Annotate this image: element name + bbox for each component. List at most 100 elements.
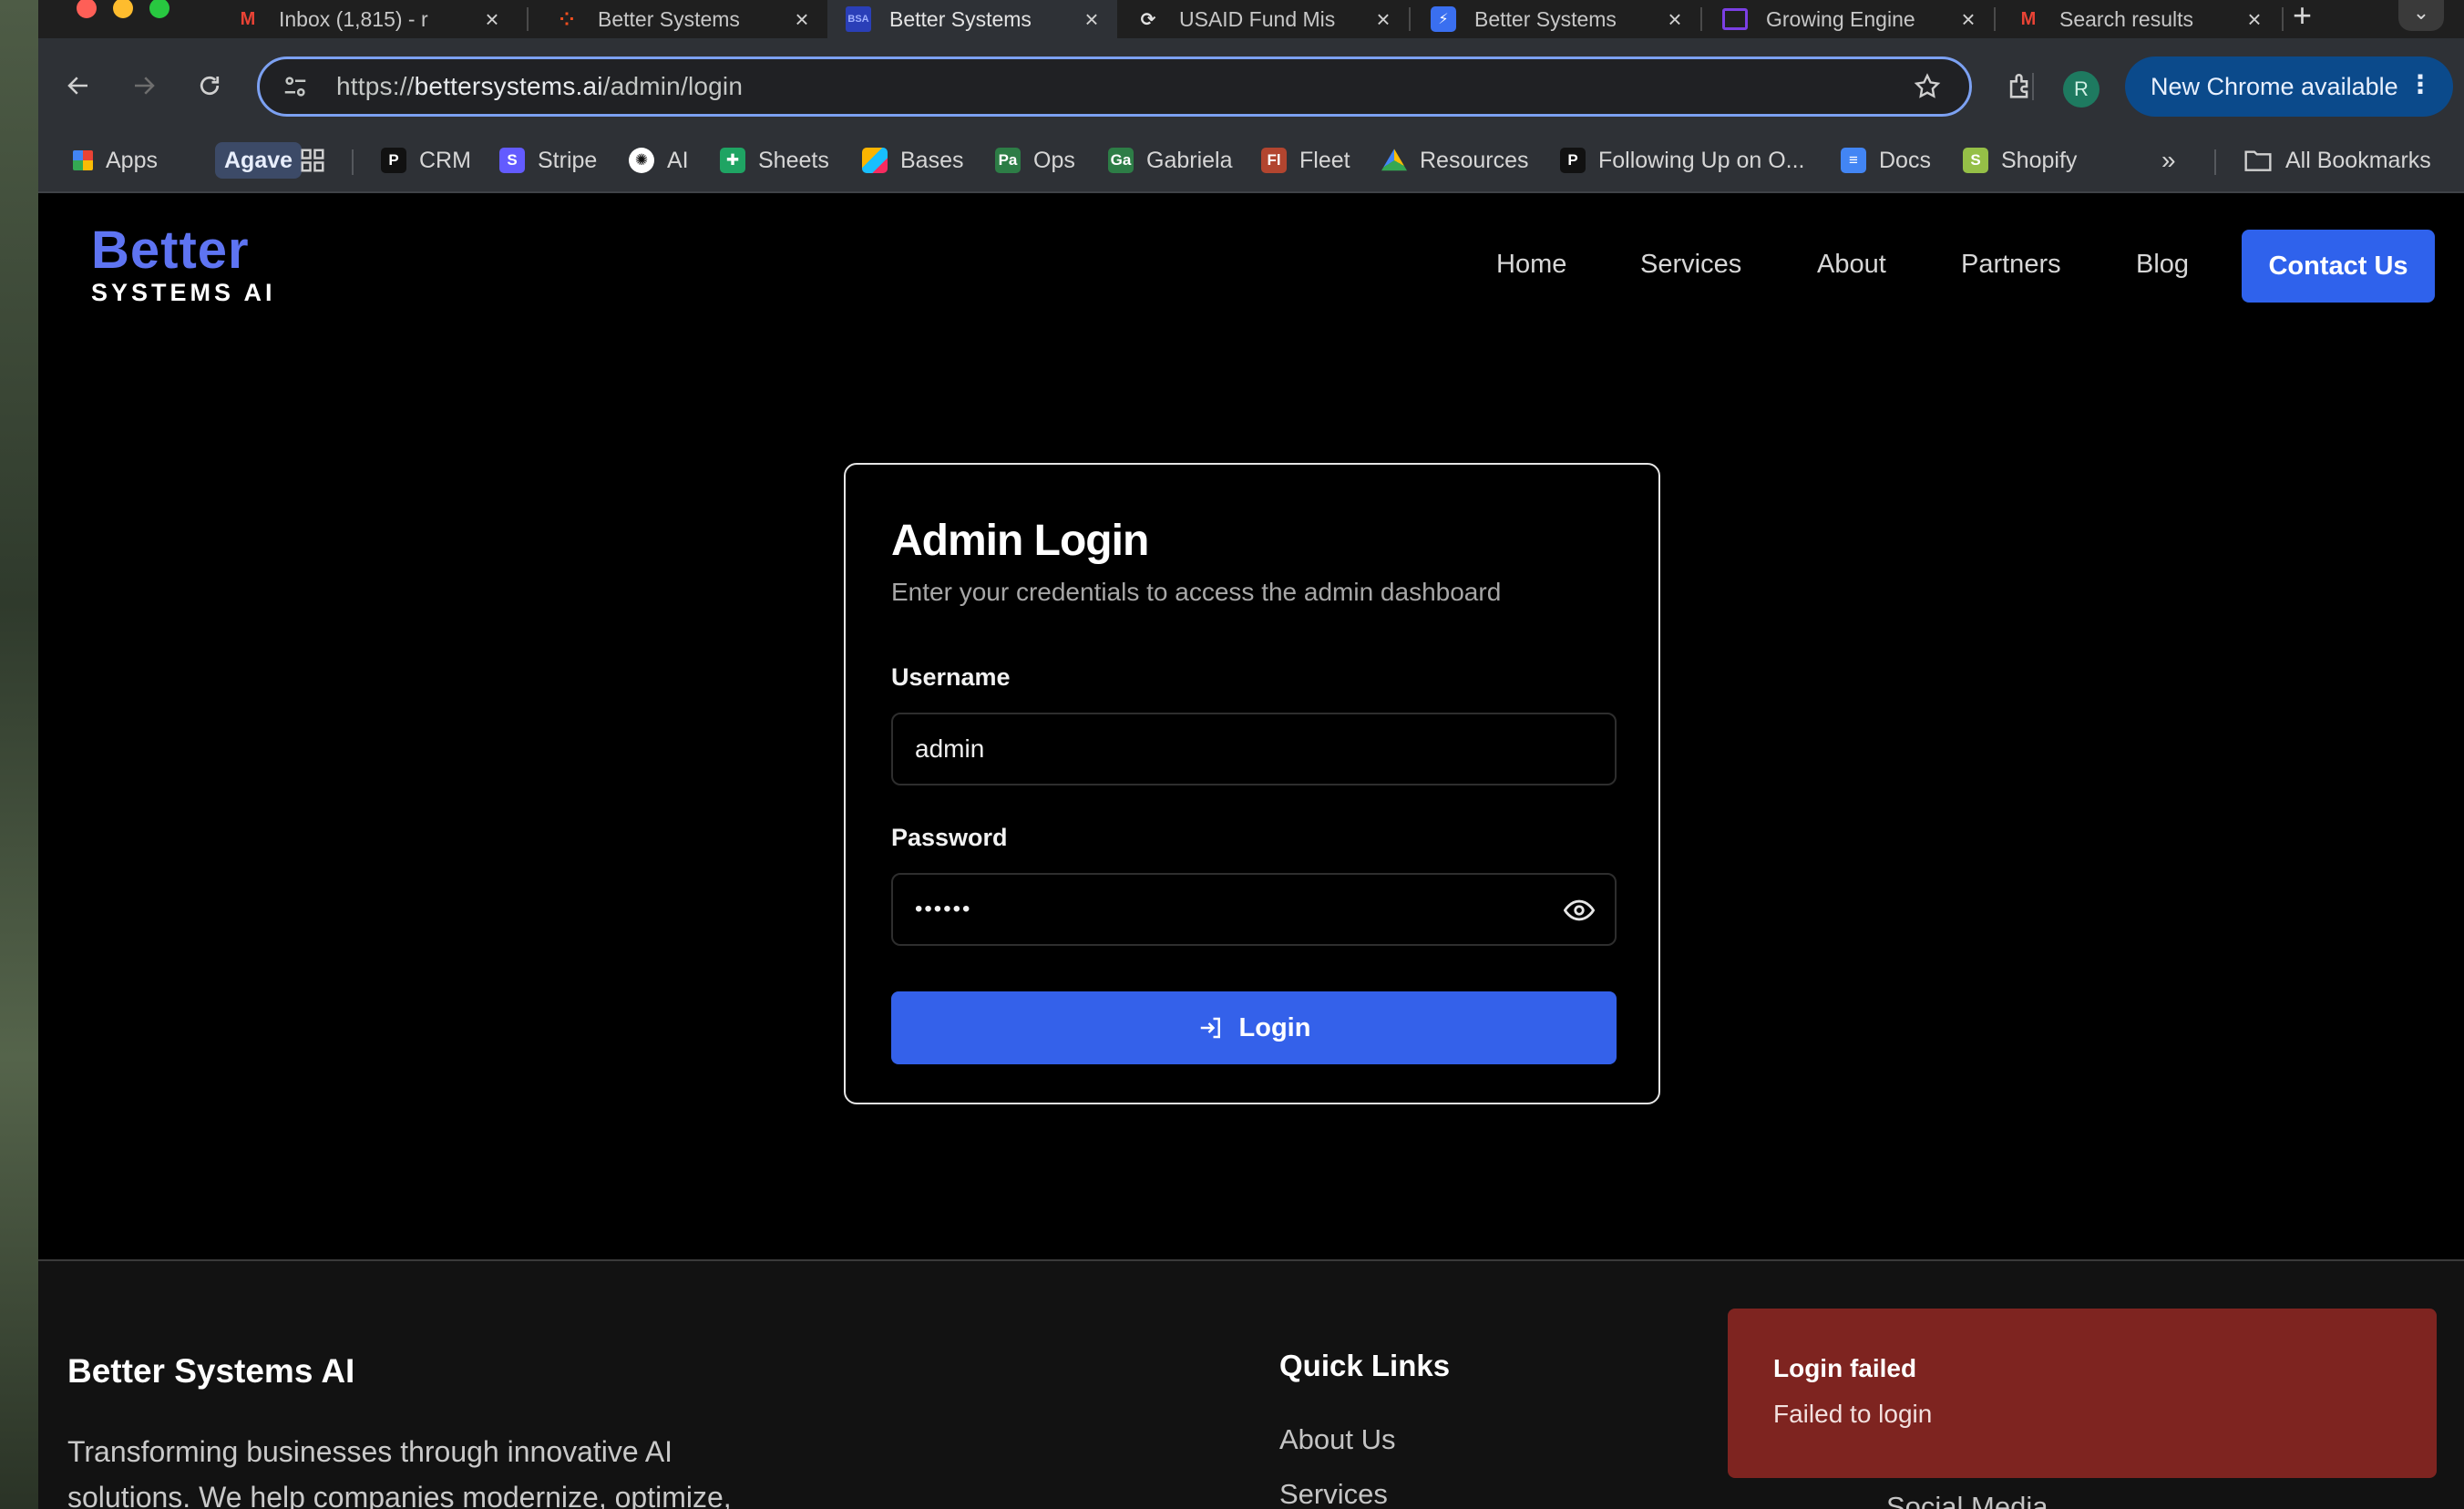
error-toast[interactable]: Login failed Failed to login [1728, 1309, 2437, 1478]
nav-about[interactable]: About [1817, 250, 1886, 280]
bookmarks-bar: Apps Agave P CRM S Stripe ✺ AI ✚ Sheets … [38, 131, 2464, 193]
bookmark-star-icon[interactable] [1913, 72, 1942, 101]
nav-home[interactable]: Home [1496, 250, 1566, 280]
stripe-icon: S [499, 148, 525, 173]
close-window-button[interactable] [77, 0, 97, 18]
close-tab-icon[interactable]: × [1664, 5, 1686, 34]
tab-growing-engine[interactable]: Growing Engine × [1704, 0, 1994, 38]
reload-icon [200, 76, 220, 96]
nav-services[interactable]: Services [1640, 250, 1741, 280]
all-bookmarks-button[interactable]: All Bookmarks [2243, 142, 2431, 179]
login-subtitle: Enter your credentials to access the adm… [891, 578, 1502, 606]
gmail-icon: M [2020, 8, 2037, 29]
tab-better-systems-1[interactable]: ⁘ Better Systems × [536, 0, 827, 38]
browser-window: M Inbox (1,815) - r × ⁘ Better Systems ×… [38, 0, 2464, 1509]
social-media-heading: Social Media [1886, 1491, 2048, 1509]
bookmarks-overflow-chevron-icon[interactable]: » [2161, 142, 2176, 179]
footer-title: Better Systems AI [67, 1352, 355, 1390]
reload-button[interactable] [191, 67, 228, 104]
url-text: https://bettersystems.ai/admin/login [336, 72, 744, 100]
bookmark-fleet[interactable]: Fl Fleet [1261, 142, 1350, 179]
kebab-menu-icon[interactable]: ⋮ [2408, 69, 2433, 99]
apps-grid-icon [73, 150, 93, 170]
site-logo[interactable]: Better SYSTEMS AI [91, 224, 276, 307]
login-card: Admin Login Enter your credentials to ac… [844, 463, 1660, 1104]
bookmark-docs[interactable]: ≡ Docs [1841, 142, 1931, 179]
tab-search-button[interactable]: ⌄ [2398, 0, 2444, 31]
tab-better-systems-2[interactable]: ⚡ Better Systems × [1412, 0, 1700, 38]
close-tab-icon[interactable]: × [791, 5, 813, 34]
bookmark-shopify[interactable]: S Shopify [1963, 142, 2077, 179]
p-icon: P [381, 148, 406, 173]
close-tab-icon[interactable]: × [1372, 5, 1394, 34]
bookmark-resources[interactable]: Resources [1381, 142, 1529, 179]
bookmark-separator [352, 149, 354, 175]
pa-icon: Pa [995, 148, 1021, 173]
tab-search-results[interactable]: M Search results × [1997, 0, 2280, 38]
bookmark-sheets[interactable]: ✚ Sheets [720, 142, 829, 179]
tab-separator [2282, 7, 2284, 31]
bookmark-grid[interactable] [299, 142, 326, 179]
close-tab-icon[interactable]: × [1957, 5, 1979, 34]
tab-separator [527, 7, 529, 31]
back-button[interactable] [60, 67, 97, 104]
p-icon: P [1560, 148, 1586, 173]
tab-usaid[interactable]: ⟳ USAID Fund Mis × [1117, 0, 1409, 38]
login-title: Admin Login [891, 517, 1149, 565]
footer-link-services[interactable]: Services [1279, 1478, 1388, 1509]
close-tab-icon[interactable]: × [2243, 5, 2265, 34]
airtable-icon [862, 148, 888, 173]
password-input[interactable]: •••••• [891, 873, 1617, 946]
address-bar[interactable]: https://bettersystems.ai/admin/login [257, 56, 1972, 117]
forward-button[interactable] [126, 67, 162, 104]
minimize-window-button[interactable] [113, 0, 133, 18]
bookmark-separator [2214, 149, 2216, 175]
ga-icon: Ga [1108, 148, 1134, 173]
tab-separator [1409, 7, 1411, 31]
close-tab-icon[interactable]: × [1081, 5, 1103, 34]
bookmark-ops[interactable]: Pa Ops [995, 142, 1075, 179]
chrome-update-button[interactable]: New Chrome available ⋮ [2125, 56, 2453, 117]
bookmark-following-up[interactable]: P Following Up on O... [1560, 142, 1805, 179]
site-info-icon[interactable] [282, 73, 309, 100]
bookmark-gabriela[interactable]: Ga Gabriela [1108, 142, 1233, 179]
zoom-window-button[interactable] [149, 0, 169, 18]
tab-separator [1700, 7, 1702, 31]
bookmark-bases[interactable]: Bases [862, 142, 963, 179]
username-input[interactable]: admin [891, 713, 1617, 785]
footer-link-about-us[interactable]: About Us [1279, 1423, 1396, 1456]
tab-strip: M Inbox (1,815) - r × ⁘ Better Systems ×… [38, 0, 2464, 42]
bookmark-crm[interactable]: P CRM [381, 142, 471, 179]
sheets-icon: ✚ [720, 148, 745, 173]
browser-toolbar: https://bettersystems.ai/admin/login R N… [38, 38, 2464, 131]
contact-us-button[interactable]: Contact Us [2242, 230, 2435, 303]
gmail-icon: M [240, 8, 256, 29]
bookmark-ai[interactable]: ✺ AI [629, 142, 689, 179]
quick-links-title: Quick Links [1279, 1349, 1451, 1382]
new-tab-button[interactable]: + [2293, 0, 2312, 35]
toolbar-separator [2032, 73, 2034, 100]
login-button[interactable]: Login [891, 991, 1617, 1064]
extensions-icon[interactable] [2005, 71, 2036, 102]
password-label: Password [891, 824, 1008, 851]
docs-icon: ≡ [1841, 148, 1866, 173]
folder-icon [2244, 150, 2272, 171]
username-label: Username [891, 663, 1011, 691]
username-value: admin [915, 734, 985, 763]
tab-better-systems-active[interactable]: BSA Better Systems × [827, 0, 1117, 38]
nav-blog[interactable]: Blog [2136, 250, 2189, 280]
bsa-icon: BSA [846, 6, 871, 32]
bookmark-stripe[interactable]: S Stripe [499, 142, 597, 179]
drive-icon [1381, 149, 1407, 171]
footer-description: Transforming businesses through innovati… [67, 1435, 732, 1509]
bookmark-agave[interactable]: Agave [215, 142, 303, 179]
bookmark-apps[interactable]: Apps [73, 142, 158, 179]
slides-icon [1722, 8, 1748, 30]
show-password-eye-icon[interactable] [1564, 897, 1595, 924]
nav-partners[interactable]: Partners [1961, 250, 2061, 280]
password-value: •••••• [915, 897, 972, 921]
close-tab-icon[interactable]: × [481, 5, 503, 34]
profile-avatar[interactable]: R [2063, 71, 2100, 108]
desktop-background [0, 0, 40, 1509]
tab-inbox[interactable]: M Inbox (1,815) - r × [217, 0, 518, 38]
